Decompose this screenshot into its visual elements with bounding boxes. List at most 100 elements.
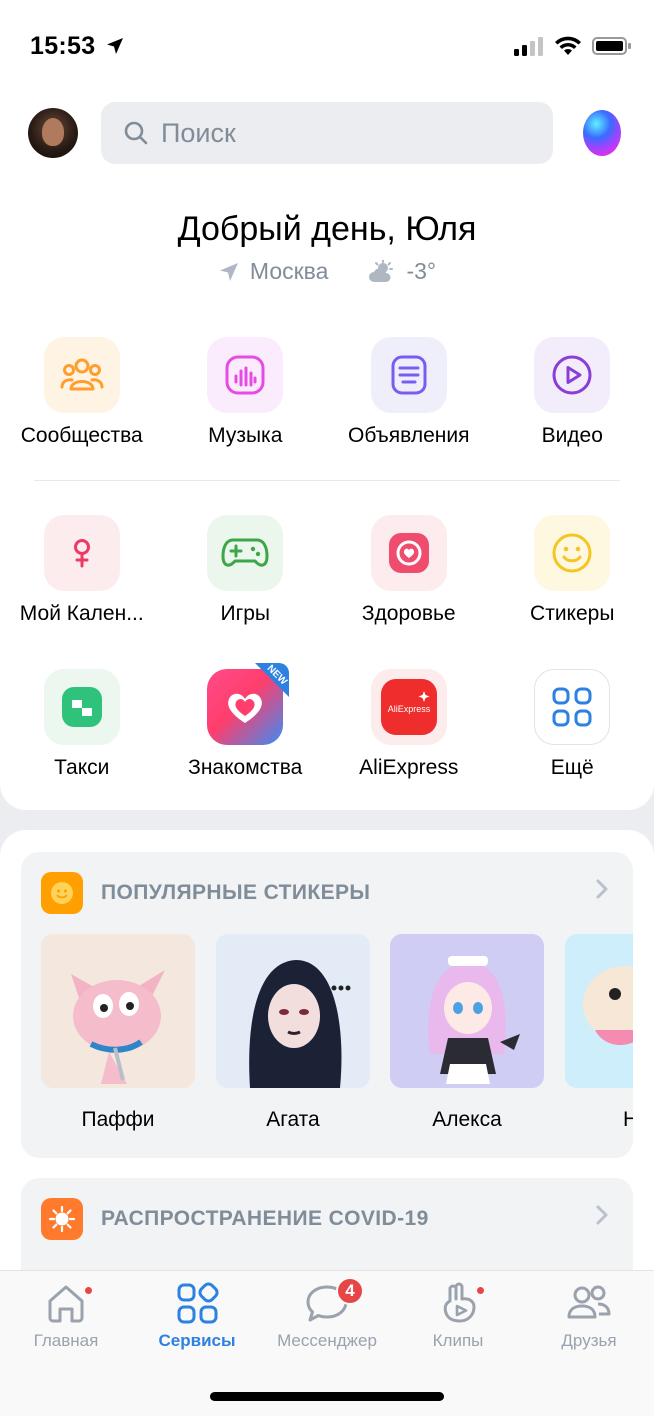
- smile-badge-icon: [41, 872, 83, 914]
- sticker-pack-name: Нуб: [623, 1108, 633, 1131]
- chevron-right-icon[interactable]: [595, 878, 609, 900]
- dating-icon: NEW: [207, 663, 290, 745]
- sticker-pack-card[interactable]: Паффи: [41, 934, 195, 1132]
- service-calendar[interactable]: Мой Кален...: [0, 515, 164, 626]
- new-badge-icon: NEW: [255, 663, 290, 697]
- unread-count-badge: 4: [336, 1277, 364, 1305]
- sticker-pack-card[interactable]: Агата: [216, 934, 370, 1132]
- service-label: Здоровье: [361, 602, 456, 625]
- service-video[interactable]: Видео: [491, 337, 654, 448]
- notification-dot: [83, 1285, 94, 1296]
- avatar[interactable]: [28, 108, 78, 158]
- service-more[interactable]: Ещё: [491, 669, 654, 780]
- location-weather: Москва -3°: [0, 258, 654, 285]
- tab-friends[interactable]: Друзья: [524, 1281, 654, 1351]
- gamepad-icon: [207, 515, 284, 591]
- service-label: Стикеры: [530, 602, 615, 625]
- popular-stickers-title: ПОПУЛЯРНЫЕ СТИКЕРЫ: [101, 881, 371, 904]
- search-placeholder: Поиск: [161, 117, 236, 148]
- popular-stickers-header: ПОПУЛЯРНЫЕ СТИКЕРЫ: [41, 872, 370, 914]
- service-label: Такси: [54, 756, 110, 779]
- status-time: 15:53: [30, 32, 96, 60]
- city-label: Москва: [249, 258, 329, 284]
- service-label: Знакомства: [188, 756, 303, 779]
- divider: [34, 480, 620, 481]
- clips-icon: [443, 1282, 476, 1323]
- sticker-pack-card[interactable]: Нуб: [565, 934, 633, 1132]
- sticker-pack-image: [216, 934, 370, 1088]
- weather-cloud-sun-icon: [369, 259, 394, 282]
- sticker-pack-image: [41, 934, 195, 1088]
- service-taxi[interactable]: Такси: [0, 669, 164, 780]
- service-label: Ещё: [550, 756, 594, 779]
- battery-icon: [592, 37, 631, 55]
- voice-assistant-icon[interactable]: [583, 110, 621, 156]
- taxi-icon: [43, 669, 120, 745]
- temperature-label: -3°: [406, 258, 437, 284]
- tab-label: Клипы: [432, 1331, 484, 1350]
- service-label: AliExpress: [359, 756, 459, 779]
- tab-services[interactable]: Сервисы: [132, 1281, 262, 1351]
- chevron-right-icon[interactable]: [595, 1204, 609, 1226]
- service-health[interactable]: Здоровье: [327, 515, 491, 626]
- search-input[interactable]: Поиск: [101, 102, 553, 164]
- sticker-pack-name: Агата: [266, 1108, 320, 1131]
- friends-icon: [567, 1285, 611, 1319]
- health-icon: [370, 515, 447, 591]
- popular-stickers-widget[interactable]: ПОПУЛЯРНЫЕ СТИКЕРЫ Паффи Агата Алекса Н: [21, 852, 633, 1158]
- status-bar: 15:53: [0, 0, 654, 92]
- wifi-icon: [555, 36, 581, 55]
- stickers-carousel[interactable]: Паффи Агата Алекса Нуб: [41, 934, 633, 1154]
- services-header-card: Поиск Добрый день, Юля Москва -3° Сообще…: [0, 92, 654, 810]
- service-communities[interactable]: Сообщества: [0, 337, 164, 448]
- home-indicator: [210, 1392, 444, 1401]
- tab-messenger[interactable]: 4 Мессенджер: [262, 1277, 392, 1351]
- sticker-pack-name: Алекса: [432, 1108, 502, 1131]
- tab-home[interactable]: Главная: [1, 1281, 131, 1351]
- covid-title: РАСПРОСТРАНЕНИЕ COVID-19: [101, 1207, 429, 1230]
- service-stickers[interactable]: Стикеры: [491, 515, 654, 626]
- cellular-signal-icon: [514, 37, 543, 56]
- service-games[interactable]: Игры: [164, 515, 328, 626]
- service-dating[interactable]: NEW Знакомства: [164, 663, 328, 780]
- service-label: Сообщества: [20, 424, 143, 447]
- service-label: Объявления: [348, 424, 470, 447]
- service-label: Игры: [220, 602, 271, 625]
- location-icon: [219, 262, 238, 281]
- greeting-title: Добрый день, Юля: [177, 210, 477, 248]
- video-icon: [534, 337, 611, 413]
- service-label: Мой Кален...: [19, 602, 144, 625]
- services-grid-icon: [177, 1282, 219, 1324]
- svg-text:AliExpress: AliExpress: [387, 704, 430, 714]
- search-icon: [124, 121, 148, 145]
- service-label: Видео: [541, 424, 603, 447]
- smile-icon: [534, 515, 611, 591]
- services-row-1: Сообщества Музыка Объявления Видео: [0, 337, 654, 448]
- music-icon: [207, 337, 284, 413]
- covid-header: РАСПРОСТРАНЕНИЕ COVID-19: [41, 1198, 429, 1240]
- tab-label: Главная: [33, 1331, 99, 1350]
- service-music[interactable]: Музыка: [164, 337, 328, 448]
- tab-label: Мессенджер: [277, 1331, 377, 1350]
- service-label: Музыка: [208, 424, 283, 447]
- sticker-pack-name: Паффи: [81, 1108, 155, 1131]
- services-row-2: Мой Кален... Игры Здоровье Стикеры: [0, 515, 654, 626]
- services-row-3: Такси NEW Знакомства AliExpress AliExpre…: [0, 663, 654, 780]
- sticker-pack-image: [565, 934, 633, 1088]
- users-icon: [43, 337, 120, 413]
- aliexpress-icon: AliExpress: [370, 669, 447, 745]
- status-indicators: [514, 36, 632, 56]
- home-icon: [48, 1285, 84, 1323]
- tab-label: Друзья: [561, 1331, 617, 1350]
- sticker-pack-card[interactable]: Алекса: [390, 934, 544, 1132]
- tab-clips[interactable]: Клипы: [393, 1281, 523, 1351]
- service-aliexpress[interactable]: AliExpress AliExpress: [327, 669, 491, 780]
- notification-dot: [475, 1285, 486, 1296]
- calendar-female-icon: [43, 515, 120, 591]
- classifieds-icon: [370, 337, 447, 413]
- location-arrow-icon: [107, 38, 123, 54]
- sticker-pack-image: [390, 934, 544, 1088]
- service-classifieds[interactable]: Объявления: [327, 337, 491, 448]
- virus-icon: [41, 1198, 83, 1240]
- tab-label: Сервисы: [158, 1331, 236, 1350]
